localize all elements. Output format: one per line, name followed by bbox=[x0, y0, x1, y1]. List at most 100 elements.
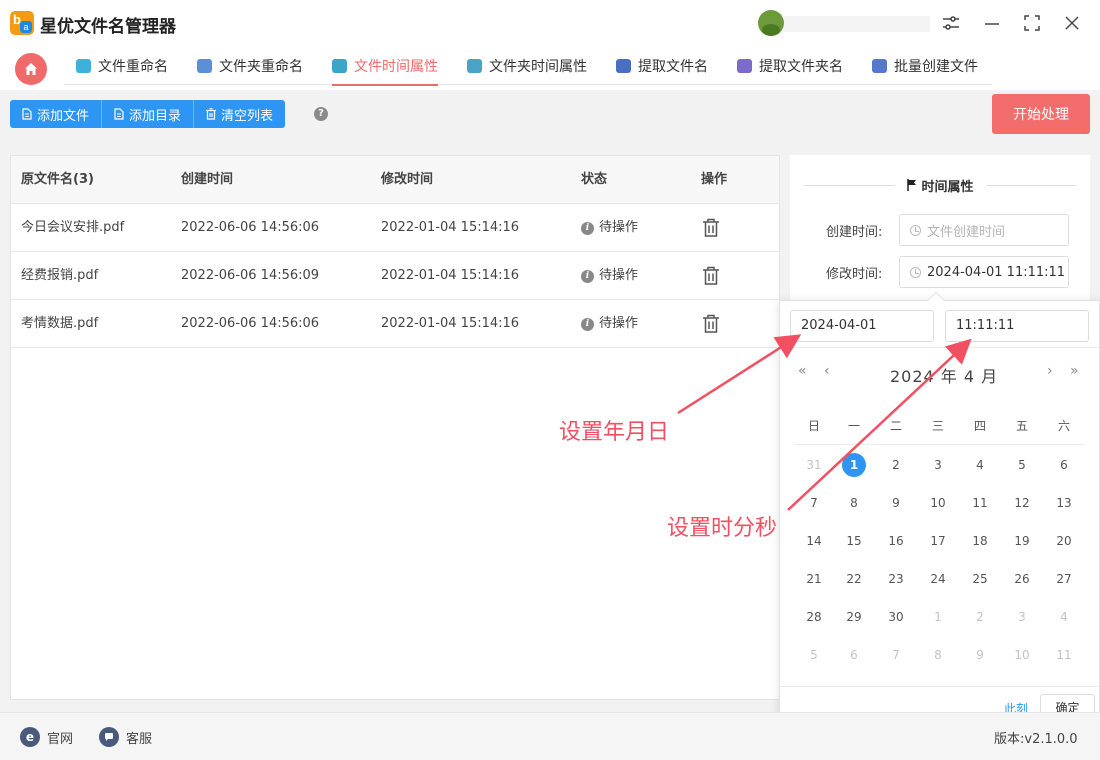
calendar-day[interactable]: 27 bbox=[1052, 567, 1076, 591]
created-time-input[interactable]: 文件创建时间 bbox=[899, 214, 1069, 246]
file-icon bbox=[114, 108, 124, 120]
calendar-day[interactable]: 7 bbox=[884, 643, 908, 667]
calendar-day[interactable]: 1 bbox=[842, 453, 866, 477]
calendar-day[interactable]: 29 bbox=[842, 605, 866, 629]
annotation-set-time: 设置时分秒 bbox=[667, 516, 778, 541]
next-month-icon[interactable]: › bbox=[1047, 363, 1053, 379]
calendar-day[interactable]: 10 bbox=[926, 491, 950, 515]
tab-label: 提取文件名 bbox=[638, 58, 708, 75]
calendar-day[interactable]: 2 bbox=[968, 605, 992, 629]
tab-label: 批量创建文件 bbox=[894, 58, 978, 75]
website-link[interactable]: e 官网 bbox=[20, 727, 73, 747]
next-year-icon[interactable]: » bbox=[1070, 363, 1079, 379]
clock-icon bbox=[910, 266, 921, 278]
calendar-day[interactable]: 4 bbox=[968, 453, 992, 477]
panel-heading: 时间属性 bbox=[804, 175, 1077, 195]
panel-heading-label: 时间属性 bbox=[921, 179, 974, 195]
support-link[interactable]: 客服 bbox=[99, 727, 152, 747]
prev-month-icon[interactable]: ‹ bbox=[824, 363, 830, 379]
picker-date-input[interactable]: 2024-04-01 bbox=[790, 310, 934, 342]
start-processing-button[interactable]: 开始处理 bbox=[992, 94, 1090, 134]
calendar-day[interactable]: 20 bbox=[1052, 529, 1076, 553]
calendar-day[interactable]: 21 bbox=[802, 567, 826, 591]
calendar-day[interactable]: 19 bbox=[1010, 529, 1034, 553]
tab-batch-create[interactable]: 批量创建文件 bbox=[872, 46, 978, 85]
calendar-day[interactable]: 10 bbox=[1010, 643, 1034, 667]
calendar-day[interactable]: 16 bbox=[884, 529, 908, 553]
delete-trash-icon[interactable] bbox=[702, 314, 720, 333]
modified-time-input[interactable]: 2024-04-01 11:11:11 bbox=[899, 256, 1069, 288]
tab-extract-foldername[interactable]: 提取文件夹名 bbox=[737, 46, 843, 85]
add-file-label: 添加文件 bbox=[37, 108, 90, 124]
calendar-day[interactable]: 7 bbox=[802, 491, 826, 515]
calendar-day[interactable]: 17 bbox=[926, 529, 950, 553]
calendar-day[interactable]: 31 bbox=[802, 453, 826, 477]
website-label: 官网 bbox=[47, 731, 74, 747]
tab-label: 文件重命名 bbox=[98, 58, 168, 75]
tab-folder-time-attributes[interactable]: 文件夹时间属性 bbox=[467, 46, 587, 85]
calendar-day[interactable]: 6 bbox=[1052, 453, 1076, 477]
calendar-day[interactable]: 14 bbox=[802, 529, 826, 553]
calendar-day[interactable]: 3 bbox=[1010, 605, 1034, 629]
table-row[interactable]: 考情数据.pdf 2022-06-06 14:56:06 2022-01-04 … bbox=[11, 300, 779, 348]
minimize-icon[interactable] bbox=[981, 12, 1003, 34]
clear-list-button[interactable]: 清空列表 bbox=[194, 100, 286, 128]
user-avatar[interactable] bbox=[758, 10, 784, 36]
picker-time-input[interactable]: 11:11:11 bbox=[945, 310, 1089, 342]
header-created: 创建时间 bbox=[181, 172, 234, 187]
calendar-day[interactable]: 4 bbox=[1052, 605, 1076, 629]
calendar-day[interactable]: 23 bbox=[884, 567, 908, 591]
calendar-day[interactable]: 28 bbox=[802, 605, 826, 629]
delete-trash-icon[interactable] bbox=[702, 218, 720, 237]
calendar-day[interactable]: 24 bbox=[926, 567, 950, 591]
calendar-day[interactable]: 13 bbox=[1052, 491, 1076, 515]
calendar-day[interactable]: 30 bbox=[884, 605, 908, 629]
table-row[interactable]: 经费报销.pdf 2022-06-06 14:56:09 2022-01-04 … bbox=[11, 252, 779, 300]
ie-browser-icon: e bbox=[20, 727, 40, 747]
calendar-day[interactable]: 15 bbox=[842, 529, 866, 553]
calendar-day[interactable]: 9 bbox=[884, 491, 908, 515]
calendar-day[interactable]: 2 bbox=[884, 453, 908, 477]
tab-extract-filename[interactable]: 提取文件名 bbox=[616, 46, 708, 85]
calendar-day[interactable]: 3 bbox=[926, 453, 950, 477]
add-directory-button[interactable]: 添加目录 bbox=[102, 100, 195, 128]
status: i 待操作 bbox=[581, 204, 638, 252]
status: i 待操作 bbox=[581, 300, 638, 348]
app-logo-icon: ba bbox=[10, 11, 34, 35]
table-row[interactable]: 今日会议安排.pdf 2022-06-06 14:56:06 2022-01-0… bbox=[11, 204, 779, 252]
calendar-day[interactable]: 1 bbox=[926, 605, 950, 629]
folder-time-icon bbox=[467, 58, 482, 73]
calendar-day[interactable]: 6 bbox=[842, 643, 866, 667]
file-name: 经费报销.pdf bbox=[21, 268, 99, 283]
weekday-label: 六 bbox=[1057, 419, 1070, 433]
home-button[interactable] bbox=[15, 53, 47, 85]
settings-sliders-icon[interactable] bbox=[940, 12, 962, 34]
tab-folder-rename[interactable]: 文件夹重命名 bbox=[197, 46, 303, 85]
delete-trash-icon[interactable] bbox=[702, 266, 720, 285]
status: i 待操作 bbox=[581, 252, 638, 300]
maximize-icon[interactable] bbox=[1021, 12, 1043, 34]
tab-file-time-attributes[interactable]: 文件时间属性 bbox=[332, 46, 438, 86]
calendar-day[interactable]: 18 bbox=[968, 529, 992, 553]
calendar-day[interactable]: 26 bbox=[1010, 567, 1034, 591]
calendar-day[interactable]: 11 bbox=[1052, 643, 1076, 667]
calendar-day[interactable]: 5 bbox=[1010, 453, 1034, 477]
picker-year-month[interactable]: 2024 年 4 月 bbox=[890, 363, 998, 387]
calendar-day[interactable]: 12 bbox=[1010, 491, 1034, 515]
calendar-day[interactable]: 8 bbox=[926, 643, 950, 667]
calendar-day[interactable]: 9 bbox=[968, 643, 992, 667]
prev-year-icon[interactable]: « bbox=[798, 363, 807, 379]
tab-file-rename[interactable]: 文件重命名 bbox=[76, 46, 168, 85]
close-icon[interactable] bbox=[1061, 12, 1083, 34]
info-icon: i bbox=[581, 221, 594, 235]
calendar-day[interactable]: 8 bbox=[842, 491, 866, 515]
calendar-day[interactable]: 25 bbox=[968, 567, 992, 591]
tab-label: 文件夹时间属性 bbox=[489, 58, 587, 75]
title-bar: ba 星优文件名管理器 bbox=[0, 0, 1100, 46]
annotation-set-date: 设置年月日 bbox=[559, 420, 670, 445]
add-file-button[interactable]: 添加文件 bbox=[10, 100, 103, 128]
calendar-day[interactable]: 5 bbox=[802, 643, 826, 667]
calendar-day[interactable]: 11 bbox=[968, 491, 992, 515]
help-icon[interactable]: ? bbox=[314, 107, 328, 121]
calendar-day[interactable]: 22 bbox=[842, 567, 866, 591]
